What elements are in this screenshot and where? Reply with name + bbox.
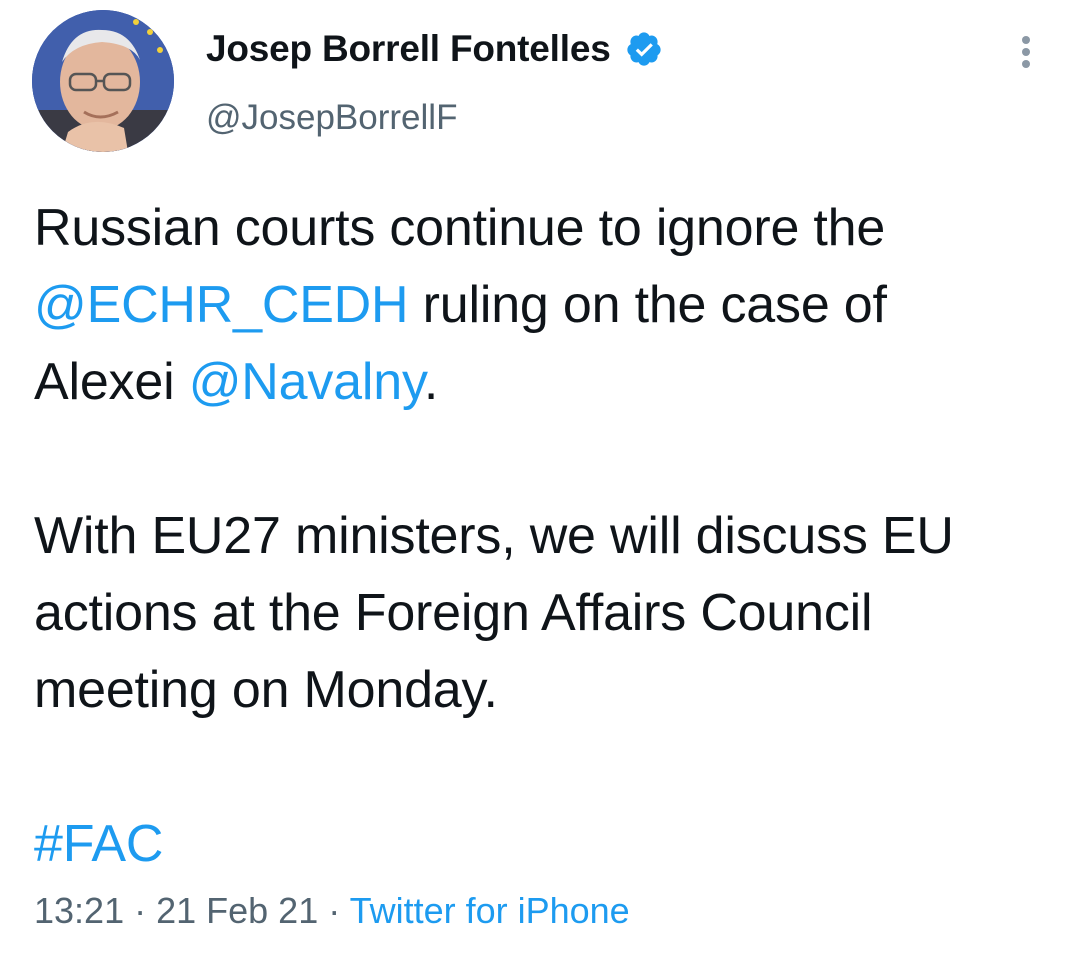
author-handle[interactable]: @JosepBorrellF [206, 98, 457, 138]
tweet-paragraph-2: With EU27 ministers, we will discuss EU … [34, 507, 954, 719]
tweet-source-link[interactable]: Twitter for iPhone [350, 890, 630, 931]
mention-echr-link[interactable]: @ECHR_CEDH [34, 276, 409, 334]
tweet-card: Josep Borrell Fontelles @JosepBorrellF R… [0, 0, 1080, 962]
verified-badge-icon [625, 30, 663, 68]
tweet-text-segment: ruling on the case of [408, 276, 887, 334]
avatar[interactable] [32, 10, 174, 152]
tweet-text: Russian courts continue to ignore the @E… [34, 190, 1054, 883]
author-name-row: Josep Borrell Fontelles [206, 24, 663, 74]
tweet-date[interactable]: 21 Feb 21 [156, 890, 318, 931]
author-display-name[interactable]: Josep Borrell Fontelles [206, 28, 611, 70]
tweet-paragraph-1: Russian courts continue to ignore the @E… [34, 190, 1054, 421]
more-dot-icon [1022, 36, 1030, 44]
tweet-paragraph-3: #FAC [34, 806, 1054, 883]
tweet-meta: 13:21 · 21 Feb 21 · Twitter for iPhone [34, 890, 630, 932]
tweet-text-segment: Russian courts continue to ignore the [34, 199, 886, 257]
tweet-text-segment: Alexei [34, 353, 189, 411]
meta-separator: · [124, 890, 157, 931]
more-options-icon[interactable] [1016, 36, 1036, 76]
hashtag-fac-link[interactable]: #FAC [34, 815, 163, 873]
tweet-time[interactable]: 13:21 [34, 890, 124, 931]
tweet-text-segment: . [423, 353, 439, 411]
more-dot-icon [1022, 48, 1030, 56]
meta-separator: · [318, 890, 350, 931]
avatar-photo-icon [32, 10, 174, 152]
more-dot-icon [1022, 60, 1030, 68]
mention-navalny-link[interactable]: @Navalny [189, 353, 424, 411]
